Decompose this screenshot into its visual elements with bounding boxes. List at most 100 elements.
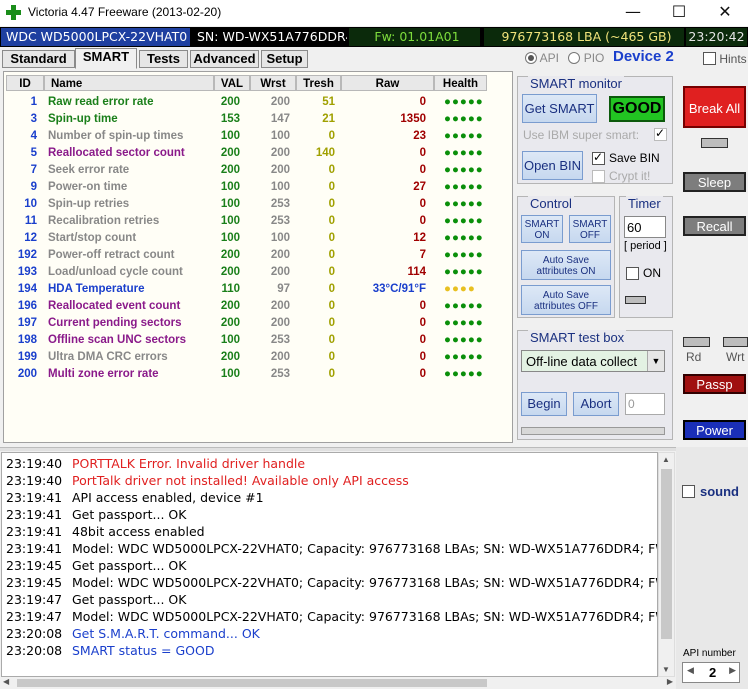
window-title: Victoria 4.47 Freeware (2013-02-20) bbox=[28, 5, 222, 19]
col-health[interactable]: Health bbox=[434, 75, 487, 91]
open-bin-button[interactable]: Open BIN bbox=[522, 151, 583, 180]
attr-name: Seek error rate bbox=[48, 164, 130, 176]
get-smart-button[interactable]: Get SMART bbox=[522, 94, 597, 123]
smart-test-title: SMART test box bbox=[528, 330, 627, 345]
table-row[interactable]: 5 Reallocated sector count 200 200 140 0 ●●●●● bbox=[4, 145, 512, 162]
ibm-super-smart-label: Use IBM super smart: bbox=[523, 128, 640, 142]
attr-threshold: 0 bbox=[328, 351, 335, 363]
minimize-button[interactable]: — bbox=[610, 0, 656, 26]
attr-health: ●●●●● bbox=[444, 368, 484, 380]
table-row[interactable]: 11 Recalibration retries 100 253 0 0 ●●●●● bbox=[4, 213, 512, 230]
attr-raw: 0 bbox=[419, 368, 426, 380]
recall-button[interactable]: Recall bbox=[683, 216, 746, 236]
attr-raw: 0 bbox=[419, 164, 426, 176]
attr-health: ●●●●● bbox=[444, 181, 484, 193]
col-name[interactable]: Name bbox=[44, 75, 214, 91]
table-row[interactable]: 4 Number of spin-up times 100 100 0 23 ●●●●● bbox=[4, 128, 512, 145]
smart-on-button[interactable]: SMART ON bbox=[521, 215, 563, 243]
log-time: 23:19:41 bbox=[6, 507, 63, 522]
col-id[interactable]: ID bbox=[6, 75, 44, 91]
sound-checkbox[interactable] bbox=[682, 485, 695, 498]
table-row[interactable]: 7 Seek error rate 200 200 0 0 ●●●●● bbox=[4, 162, 512, 179]
tab-setup[interactable]: Setup bbox=[261, 50, 308, 68]
test-value-input[interactable] bbox=[625, 393, 665, 415]
attr-id: 1 bbox=[30, 96, 37, 108]
table-row[interactable]: 3 Spin-up time 153 147 21 1350 ●●●●● bbox=[4, 111, 512, 128]
passp-button[interactable]: Passp bbox=[683, 374, 746, 394]
attr-threshold: 0 bbox=[328, 164, 335, 176]
tab-standard[interactable]: Standard bbox=[2, 50, 75, 68]
table-row[interactable]: 198 Offline scan UNC sectors 100 253 0 0 ●●●●● bbox=[4, 332, 512, 349]
maximize-button[interactable]: ☐ bbox=[656, 0, 702, 26]
panel-splitter[interactable] bbox=[0, 447, 676, 451]
log-time: 23:19:40 bbox=[6, 456, 63, 471]
col-tresh[interactable]: Tresh bbox=[296, 75, 341, 91]
log-time: 23:19:47 bbox=[6, 592, 63, 607]
smart-off-button[interactable]: SMART OFF bbox=[569, 215, 611, 243]
attr-id: 7 bbox=[30, 164, 37, 176]
close-button[interactable]: ✕ bbox=[702, 0, 748, 26]
attr-raw: 1350 bbox=[400, 113, 426, 125]
smart-status-indicator: GOOD bbox=[609, 96, 665, 122]
log-vertical-scrollbar[interactable]: ▲ ▼ bbox=[658, 452, 675, 677]
break-all-button[interactable]: Break All bbox=[683, 86, 746, 128]
hints-toggle[interactable]: Hints bbox=[703, 52, 747, 66]
log-horizontal-scrollbar[interactable]: ◀ ▶ bbox=[1, 677, 675, 689]
autosave-on-button[interactable]: Auto Save attributes ON bbox=[521, 250, 611, 280]
tab-tests[interactable]: Tests bbox=[139, 50, 188, 68]
test-type-select[interactable]: Off-line data collect ▼ bbox=[521, 350, 665, 372]
attr-threshold: 0 bbox=[328, 181, 335, 193]
table-row[interactable]: 193 Load/unload cycle count 200 200 0 114 ●●●●… bbox=[4, 264, 512, 281]
table-row[interactable]: 197 Current pending sectors 200 200 0 0 ●●●●● bbox=[4, 315, 512, 332]
table-row[interactable]: 1 Raw read error rate 200 200 51 0 ●●●●● bbox=[4, 94, 512, 111]
scroll-thumb[interactable] bbox=[661, 469, 672, 639]
api-number-spinner[interactable]: ◀ 2 ▶ bbox=[682, 662, 740, 683]
col-raw[interactable]: Raw bbox=[341, 75, 434, 91]
attr-worst: 200 bbox=[270, 266, 290, 278]
scroll-left-icon[interactable]: ◀ bbox=[3, 677, 9, 686]
table-row[interactable]: 194 HDA Temperature 110 97 0 33°C/91°F ●●●● bbox=[4, 281, 512, 298]
attr-health: ●●●●● bbox=[444, 215, 484, 227]
col-wrst[interactable]: Wrst bbox=[250, 75, 296, 91]
timer-on-checkbox[interactable] bbox=[626, 267, 639, 280]
sleep-button[interactable]: Sleep bbox=[683, 172, 746, 192]
table-row[interactable]: 12 Start/stop count 100 100 0 12 ●●●●● bbox=[4, 230, 512, 247]
scroll-up-icon[interactable]: ▲ bbox=[662, 455, 670, 464]
table-row[interactable]: 10 Spin-up retries 100 253 0 0 ●●●●● bbox=[4, 196, 512, 213]
log-time: 23:19:40 bbox=[6, 473, 63, 488]
table-row[interactable]: 199 Ultra DMA CRC errors 200 200 0 0 ●●●●● bbox=[4, 349, 512, 366]
scroll-down-icon[interactable]: ▼ bbox=[662, 665, 670, 674]
spin-right-icon[interactable]: ▶ bbox=[729, 665, 736, 676]
tab-smart[interactable]: SMART bbox=[75, 48, 137, 69]
col-val[interactable]: VAL bbox=[214, 75, 250, 91]
attr-val: 100 bbox=[220, 368, 240, 380]
api-radio[interactable] bbox=[525, 52, 537, 64]
timer-input[interactable] bbox=[624, 216, 666, 238]
attr-health: ●●●●● bbox=[444, 130, 484, 142]
table-row[interactable]: 9 Power-on time 100 100 0 27 ●●●●● bbox=[4, 179, 512, 196]
attr-name: HDA Temperature bbox=[48, 283, 145, 295]
table-row[interactable]: 192 Power-off retract count 200 200 0 7 ●●●●● bbox=[4, 247, 512, 264]
hscroll-thumb[interactable] bbox=[17, 679, 487, 687]
power-button[interactable]: Power bbox=[683, 420, 746, 440]
table-row[interactable]: 200 Multi zone error rate 100 253 0 0 ●●●●● bbox=[4, 366, 512, 383]
hints-checkbox[interactable] bbox=[703, 52, 716, 65]
begin-button[interactable]: Begin bbox=[521, 392, 567, 416]
chevron-down-icon[interactable]: ▼ bbox=[647, 351, 664, 371]
title-bar[interactable]: Victoria 4.47 Freeware (2013-02-20) — ☐ … bbox=[0, 0, 748, 26]
autosave-off-button[interactable]: Auto Save attributes OFF bbox=[521, 285, 611, 315]
pio-radio[interactable] bbox=[568, 52, 581, 64]
spin-left-icon[interactable]: ◀ bbox=[687, 665, 694, 676]
attr-health: ●●●●● bbox=[444, 249, 484, 261]
ibm-super-smart-checkbox[interactable] bbox=[654, 126, 667, 141]
crypt-checkbox[interactable] bbox=[592, 170, 605, 183]
tab-advanced[interactable]: Advanced bbox=[190, 50, 259, 68]
sound-label: sound bbox=[700, 484, 739, 499]
log-message: Model: WDC WD5000LPCX-22VHAT0; Capacity:… bbox=[72, 609, 657, 624]
table-row[interactable]: 196 Reallocated event count 200 200 0 0 ●●●●● bbox=[4, 298, 512, 315]
attr-val: 200 bbox=[220, 317, 240, 329]
scroll-right-icon[interactable]: ▶ bbox=[667, 677, 673, 686]
save-bin-checkbox[interactable] bbox=[592, 150, 605, 165]
abort-button[interactable]: Abort bbox=[573, 392, 619, 416]
log-message: PortTalk driver not installed! Available… bbox=[72, 473, 409, 488]
